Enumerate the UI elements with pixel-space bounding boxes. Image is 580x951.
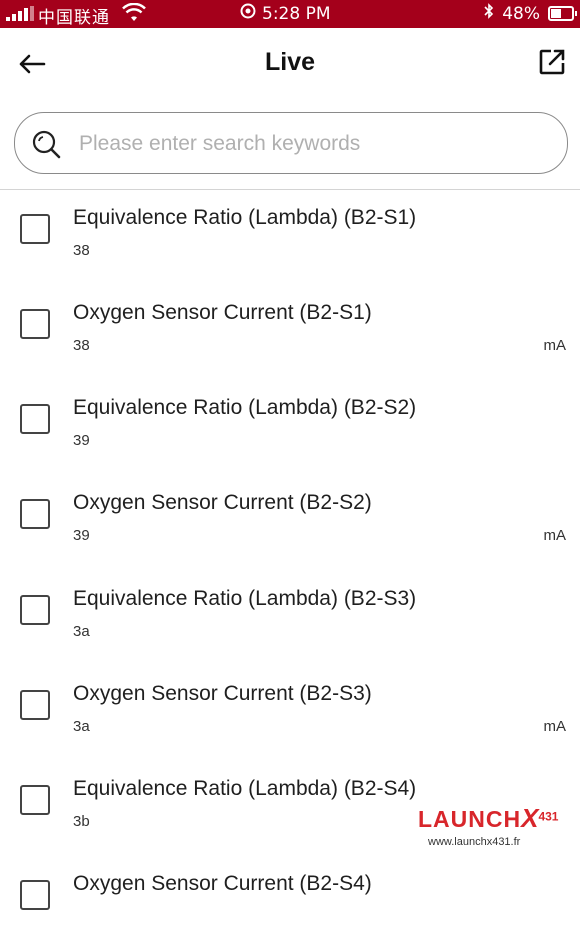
list-item[interactable]: Oxygen Sensor Current (B2-S2) 39 mA — [0, 475, 580, 570]
alarm-icon — [240, 3, 256, 24]
external-link-icon — [539, 49, 565, 75]
item-value: 39 — [73, 527, 90, 544]
list-item[interactable]: Oxygen Sensor Current (B2-S4) — [0, 856, 580, 951]
status-time: 5:28 PM — [262, 3, 331, 24]
checkbox[interactable] — [20, 690, 50, 720]
list-item[interactable]: Oxygen Sensor Current (B2-S3) 3a mA — [0, 666, 580, 761]
search-input[interactable] — [77, 123, 551, 165]
launch-watermark: LAUNCHX431 www.launchx431.fr — [418, 803, 578, 848]
checkbox[interactable] — [20, 214, 50, 244]
search-bar[interactable] — [14, 112, 568, 174]
item-value: 38 — [73, 242, 90, 259]
item-name: Equivalence Ratio (Lambda) (B2-S1) — [73, 206, 417, 229]
checkbox[interactable] — [20, 880, 50, 910]
status-bar: 中国联通 5:28 PM 48% — [0, 0, 580, 28]
share-button[interactable] — [536, 46, 568, 78]
list-item[interactable]: Oxygen Sensor Current (B2-S1) 38 mA — [0, 285, 580, 380]
watermark-model: 431 — [538, 809, 559, 824]
item-name: Equivalence Ratio (Lambda) (B2-S2) — [73, 396, 417, 419]
list-item[interactable]: Equivalence Ratio (Lambda) (B2-S1) 38 — [0, 190, 580, 285]
item-value: 3b — [73, 813, 90, 830]
item-name: Equivalence Ratio (Lambda) (B2-S4) — [73, 777, 417, 800]
battery-icon — [548, 6, 577, 21]
item-name: Equivalence Ratio (Lambda) (B2-S3) — [73, 587, 417, 610]
list-item[interactable]: Equivalence Ratio (Lambda) (B2-S2) 39 — [0, 380, 580, 475]
carrier-name: 中国联通 — [38, 8, 110, 28]
checkbox[interactable] — [20, 499, 50, 529]
watermark-url: www.launchx431.fr — [428, 836, 521, 848]
battery-percent: 48% — [502, 3, 540, 24]
checkbox[interactable] — [20, 309, 50, 339]
item-value: 38 — [73, 337, 90, 354]
signal-icon — [6, 6, 34, 21]
checkbox[interactable] — [20, 785, 50, 815]
item-value: 39 — [73, 432, 90, 449]
item-name: Oxygen Sensor Current (B2-S3) — [73, 682, 372, 705]
item-unit: mA — [543, 337, 567, 354]
item-name: Oxygen Sensor Current (B2-S4) — [73, 872, 372, 895]
item-unit: mA — [543, 527, 567, 544]
wifi-icon — [122, 2, 146, 28]
page-title: Live — [264, 48, 316, 76]
item-unit: mA — [543, 718, 567, 735]
header: Live — [0, 28, 580, 100]
watermark-x: X — [521, 803, 539, 833]
search-icon — [32, 130, 61, 159]
bluetooth-icon — [484, 3, 494, 24]
item-name: Oxygen Sensor Current (B2-S1) — [73, 301, 372, 324]
checkbox[interactable] — [20, 595, 50, 625]
item-value: 3a — [73, 718, 90, 735]
list-item[interactable]: Equivalence Ratio (Lambda) (B2-S3) 3a — [0, 571, 580, 666]
item-name: Oxygen Sensor Current (B2-S2) — [73, 491, 372, 514]
item-value: 3a — [73, 623, 90, 640]
watermark-brand: LAUNCH — [418, 806, 522, 832]
checkbox[interactable] — [20, 404, 50, 434]
